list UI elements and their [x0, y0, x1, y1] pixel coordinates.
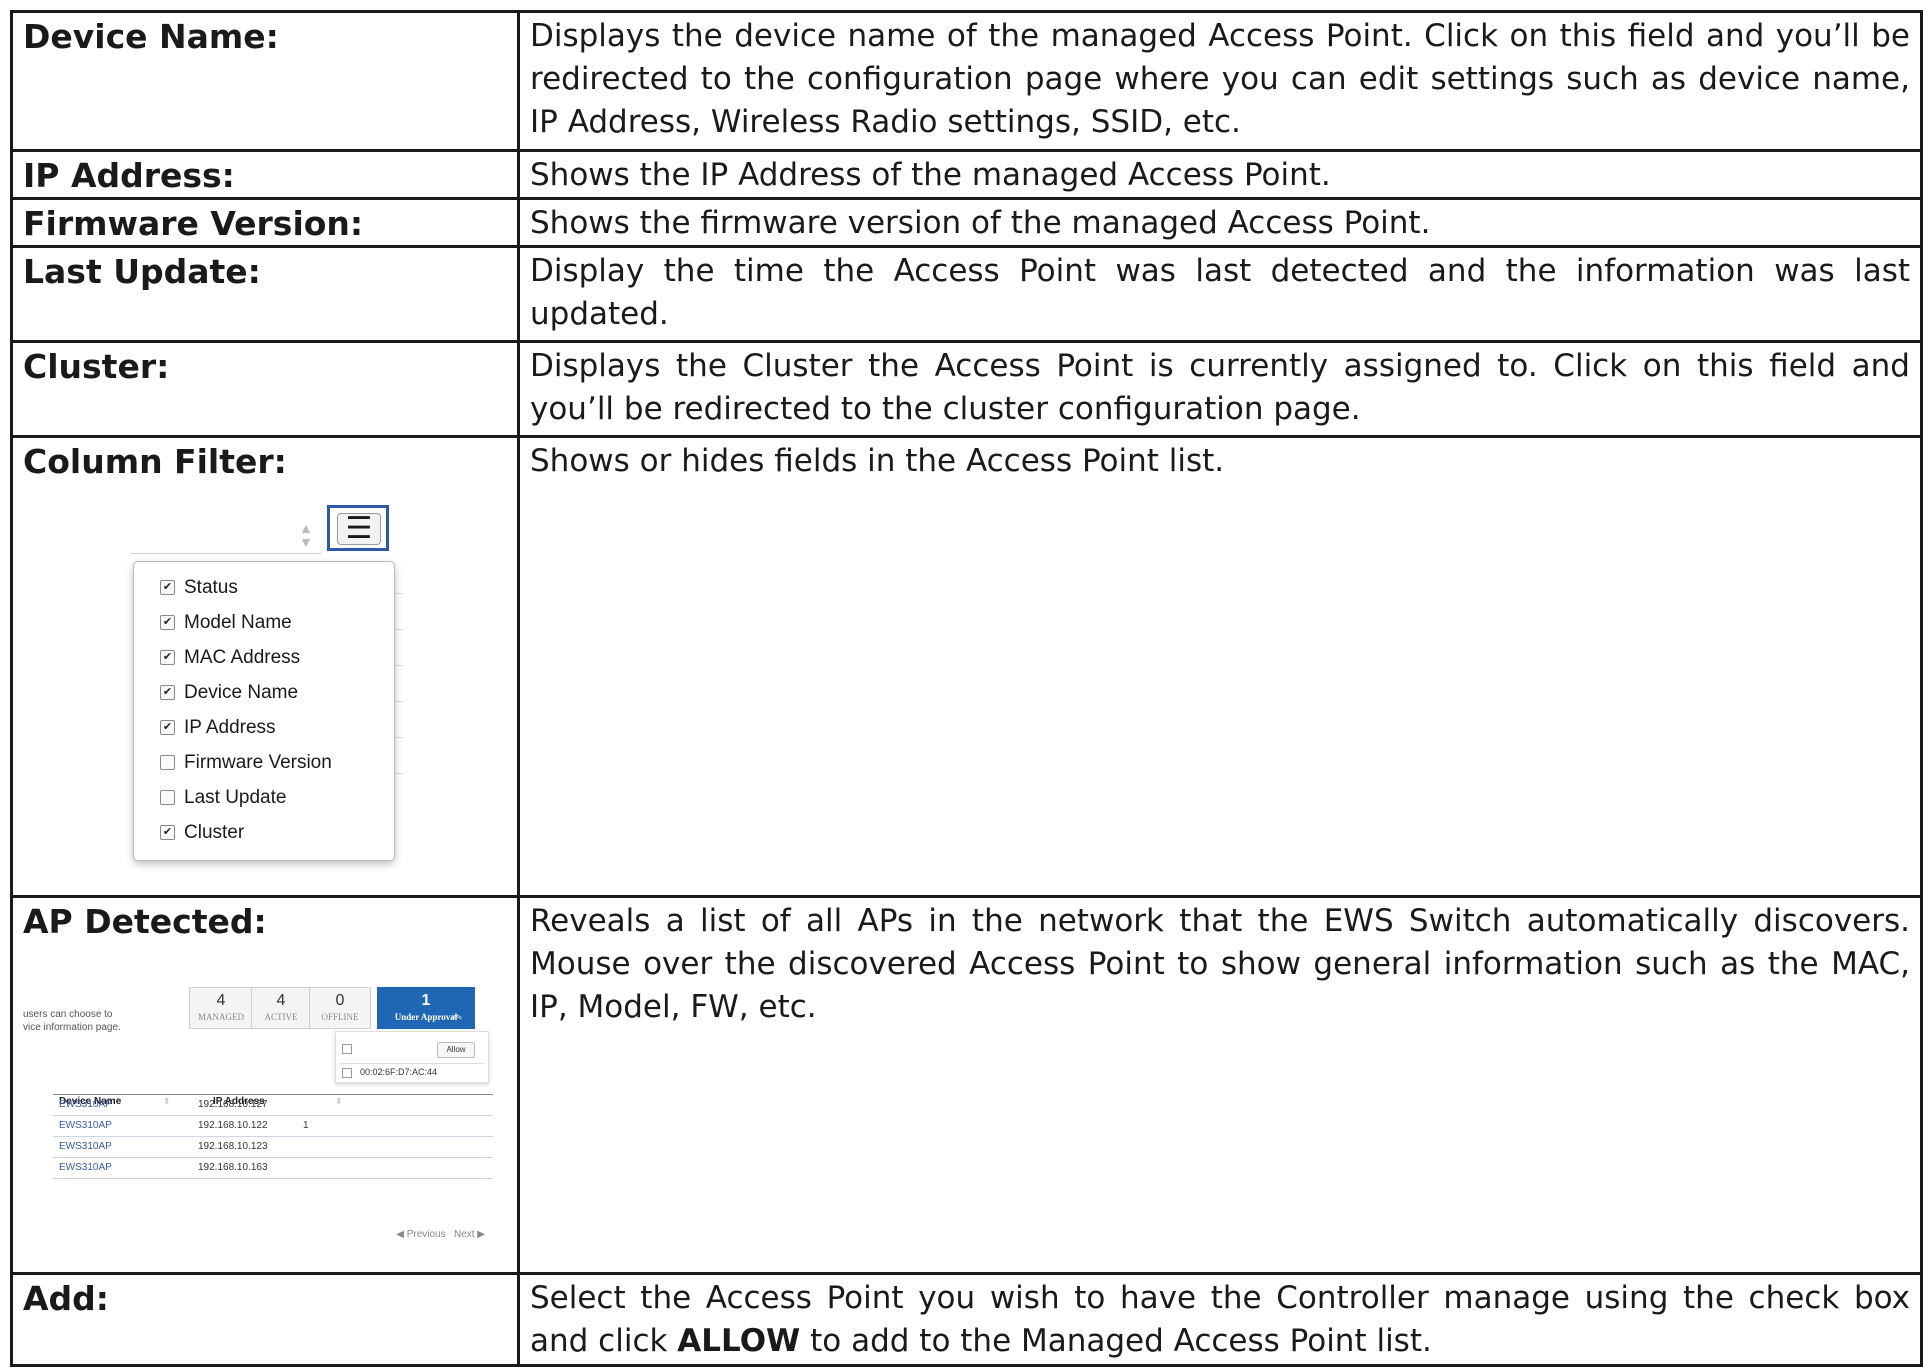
term-cell: Add: — [10, 1272, 520, 1367]
select-all-checkbox[interactable] — [342, 1044, 352, 1054]
checkbox[interactable] — [160, 755, 175, 770]
sort-icon: ▲ ▼ — [299, 520, 313, 550]
description-cell: Shows or hides fields in the Access Poin… — [517, 435, 1923, 898]
stat-managed[interactable]: 4 MANAGED — [189, 987, 253, 1029]
term-cell: Last Update: — [10, 245, 520, 343]
description-cell: Shows the IP Address of the managed Acce… — [517, 149, 1923, 200]
ip-address: 192.168.10.127 — [198, 1099, 268, 1110]
hint-line: vice information page. — [23, 1022, 121, 1033]
column-filter-button[interactable]: ☰ — [327, 505, 389, 551]
ip-address: 192.168.10.122 — [198, 1120, 268, 1131]
approval-popup: Allow 00:02:6F:D7:AC:44 — [335, 1031, 489, 1083]
term-label: Column Filter: — [23, 442, 287, 481]
term-cell: IP Address: — [10, 149, 520, 200]
term-cell: Cluster: — [10, 340, 520, 438]
column-filter-menu: ✔ Status ✔ Model Name ✔ MAC Address ✔ Device… — [133, 561, 395, 861]
column-option-label: Firmware Version — [184, 752, 332, 773]
ip-address: 192.168.10.163 — [198, 1162, 268, 1173]
column-option[interactable]: Firmware Version — [160, 745, 394, 780]
checkbox[interactable]: ✔ — [160, 650, 175, 665]
checkbox[interactable]: ✔ — [160, 720, 175, 735]
column-option[interactable]: ✔ IP Address — [160, 710, 394, 745]
previous-arrow-icon[interactable]: ◀ — [396, 1229, 404, 1240]
description-table: Device Name: Displays the device name of… — [10, 10, 1923, 1367]
allow-button[interactable]: Allow — [437, 1042, 475, 1058]
table-row[interactable]: EWS310AP 192.168.10.163 — [53, 1158, 493, 1179]
stat-label: MANAGED — [198, 1012, 244, 1022]
header-divider — [131, 553, 321, 554]
description-cell: Displays the Cluster the Access Point is… — [517, 340, 1923, 438]
column-option[interactable]: ✔ Device Name — [160, 675, 394, 710]
list-icon: ☰ — [337, 513, 381, 545]
ap-checkbox[interactable] — [342, 1068, 352, 1078]
mac-address: 00:02:6F:D7:AC:44 — [360, 1067, 438, 1077]
stat-number: 4 — [276, 992, 286, 1009]
description-cell: Display the time the Access Point was la… — [517, 245, 1923, 343]
stat-active[interactable]: 4 ACTIVE — [251, 987, 311, 1029]
column-option-label: Device Name — [184, 682, 299, 703]
table-row: Device Name: Displays the device name of… — [10, 10, 1923, 152]
ap-table: Device Name ⬍ IP Address ⬍ EWS310AP 192.… — [53, 1080, 493, 1179]
device-name-link[interactable]: EWS310AP — [59, 1158, 112, 1178]
table-row[interactable]: EWS310AP 192.168.10.122 1 — [53, 1116, 493, 1137]
table-row: IP Address: Shows the IP Address of the … — [10, 149, 1923, 200]
column-option-label: MAC Address — [184, 647, 301, 668]
pager: ◀ Previous Next ▶ — [396, 1213, 485, 1256]
column-option[interactable]: Last Update — [160, 780, 394, 815]
stat-under-approval[interactable]: 1 Under Approval ︽ — [377, 987, 475, 1029]
description-cell: Select the Access Point you wish to have… — [517, 1272, 1923, 1367]
stat-label: ACTIVE — [264, 1012, 298, 1022]
column-option-label: Cluster — [184, 822, 245, 843]
column-option-label: Status — [184, 577, 238, 598]
column-option[interactable]: ✔ Model Name — [160, 605, 394, 640]
stat-number: 0 — [335, 992, 345, 1009]
checkbox[interactable]: ✔ — [160, 825, 175, 840]
table-row[interactable]: EWS310AP 192.168.10.127 — [53, 1095, 493, 1116]
column-option[interactable]: ✔ Status — [160, 570, 394, 605]
description-cell: Displays the device name of the managed … — [517, 10, 1923, 152]
table-row: Column Filter: ▲ ▼ ☰ ✔ Status ✔ Model Name … — [10, 435, 1923, 898]
allow-keyword: ALLOW — [677, 1323, 801, 1359]
column-option[interactable]: ✔ MAC Address — [160, 640, 394, 675]
table-header: Device Name ⬍ IP Address ⬍ — [53, 1080, 493, 1107]
stat-offline[interactable]: 0 OFFLINE — [309, 987, 371, 1029]
device-name-link[interactable]: EWS310AP — [59, 1116, 112, 1136]
cell-value: 1 — [303, 1120, 309, 1131]
table-row[interactable]: EWS310AP 192.168.10.123 — [53, 1137, 493, 1158]
previous-link[interactable]: Previous — [407, 1229, 446, 1240]
term-cell: AP Detected: users can choose to vice in… — [10, 895, 520, 1275]
hint-text: users can choose to vice information pag… — [23, 1008, 121, 1034]
table-row: AP Detected: users can choose to vice in… — [10, 895, 1923, 1275]
stat-number: 4 — [216, 992, 226, 1009]
checkbox[interactable]: ✔ — [160, 615, 175, 630]
next-link[interactable]: Next — [454, 1229, 475, 1240]
divider — [340, 1063, 484, 1064]
description-cell: Reveals a list of all APs in the network… — [517, 895, 1923, 1275]
column-option-label: Last Update — [184, 787, 287, 808]
checkbox[interactable]: ✔ — [160, 580, 175, 595]
term-cell: Column Filter: ▲ ▼ ☰ ✔ Status ✔ Model Name … — [10, 435, 520, 898]
column-option-label: IP Address — [184, 717, 276, 738]
checkbox[interactable] — [160, 790, 175, 805]
hint-line: users can choose to — [23, 1009, 113, 1020]
table-row: Firmware Version: Shows the firmware ver… — [10, 197, 1923, 248]
checkbox[interactable]: ✔ — [160, 685, 175, 700]
device-name-link[interactable]: EWS310AP — [59, 1137, 112, 1157]
table-row: Cluster: Displays the Cluster the Access… — [10, 340, 1923, 438]
stat-label: OFFLINE — [321, 1012, 359, 1022]
description-text: to add to the Managed Access Point list. — [800, 1323, 1432, 1359]
column-option-label: Model Name — [184, 612, 292, 633]
column-option[interactable]: ✔ Cluster — [160, 815, 394, 850]
description-cell: Shows the firmware version of the manage… — [517, 197, 1923, 248]
next-arrow-icon[interactable]: ▶ — [477, 1229, 485, 1240]
table-row: Last Update: Display the time the Access… — [10, 245, 1923, 343]
term-cell: Device Name: — [10, 10, 520, 152]
term-cell: Firmware Version: — [10, 197, 520, 248]
column-filter-illustration: ▲ ▼ ☰ ✔ Status ✔ Model Name ✔ MAC Address ✔ D… — [131, 493, 431, 883]
ip-address: 192.168.10.123 — [198, 1141, 268, 1152]
table-row: Add: Select the Access Point you wish to… — [10, 1272, 1923, 1367]
term-label: AP Detected: — [23, 902, 267, 941]
device-name-link[interactable]: EWS310AP — [59, 1095, 112, 1115]
ap-detected-illustration: users can choose to vice information pag… — [23, 955, 493, 1255]
